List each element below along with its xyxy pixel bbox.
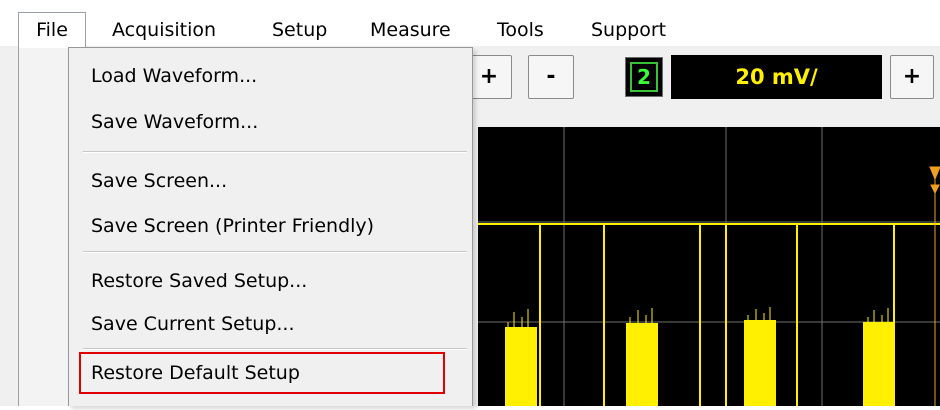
menu-item-save-screen-printer-friendly[interactable]: Save Screen (Printer Friendly) (91, 212, 374, 240)
vertical-scale-display[interactable]: 20 mV/ (671, 55, 882, 99)
menu-item-save-screen[interactable]: Save Screen... (91, 167, 227, 195)
file-menu-dropdown: Load Waveform... Save Waveform... Save S… (68, 47, 473, 406)
menu-item-load-waveform[interactable]: Load Waveform... (91, 62, 257, 90)
menu-tools[interactable]: Tools (497, 16, 544, 44)
menu-separator (83, 151, 467, 153)
menu-file[interactable]: File (18, 12, 86, 48)
highlight-box (79, 352, 445, 394)
menu-measure[interactable]: Measure (370, 16, 451, 44)
trigger-marker-icon (929, 166, 940, 406)
menu-separator (83, 348, 467, 350)
menu-acquisition[interactable]: Acquisition (112, 16, 216, 44)
scale-plus-button[interactable]: + (890, 55, 934, 99)
menu-item-save-current-setup[interactable]: Save Current Setup... (91, 310, 295, 338)
menu-support[interactable]: Support (591, 16, 666, 44)
channel-badge[interactable]: 2 (625, 57, 663, 97)
menu-item-restore-saved-setup[interactable]: Restore Saved Setup... (91, 267, 307, 295)
channel-number: 2 (630, 62, 658, 92)
waveform-display[interactable] (478, 127, 940, 406)
minus-button[interactable]: - (528, 55, 574, 99)
waveform-graph (478, 127, 940, 406)
menu-separator (83, 251, 467, 253)
menu-setup[interactable]: Setup (272, 16, 327, 44)
menu-item-save-waveform[interactable]: Save Waveform... (91, 108, 258, 136)
